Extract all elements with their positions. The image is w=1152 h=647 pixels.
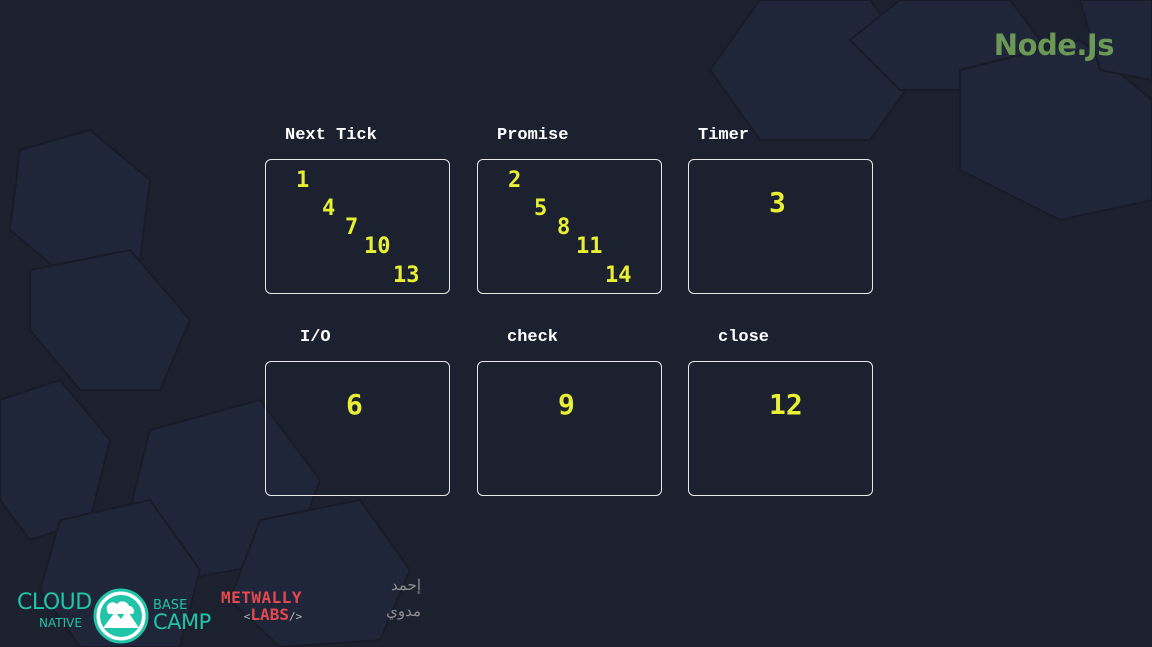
next-tick-queue-box: 1 4 7 10 13 — [265, 159, 450, 294]
close-value: 12 — [769, 388, 803, 421]
native-word: NATIVE — [39, 616, 82, 630]
footer-logos: CLOUD NATIVE BASE CAMP METWALLY <LABS/> … — [0, 570, 460, 644]
close-tag: /> — [288, 610, 303, 623]
cloud-word: CLOUD — [17, 590, 92, 615]
hexagon-background — [0, 0, 1152, 647]
brand-title: Node.Js — [993, 28, 1115, 62]
check-label: check — [507, 328, 559, 347]
mountain-cloud-badge-icon — [93, 588, 149, 644]
io-label: I/O — [300, 328, 331, 347]
promise-value: 8 — [557, 215, 571, 240]
promise-value: 5 — [534, 196, 548, 221]
next-tick-value: 4 — [322, 196, 336, 221]
timer-queue-box: 3 — [688, 159, 873, 294]
next-tick-value: 7 — [345, 215, 359, 240]
metwally-labs-logo: METWALLY <LABS/> — [221, 588, 325, 624]
labs-word: <LABS/> — [221, 605, 325, 624]
next-tick-value: 13 — [393, 263, 420, 288]
signature-line-2: مدوي — [386, 602, 421, 620]
promise-queue-box: 2 5 8 11 14 — [477, 159, 662, 294]
next-tick-value: 10 — [364, 234, 391, 259]
promise-value: 11 — [576, 234, 603, 259]
labs-text: LABS — [250, 605, 289, 624]
signature-line-1: إحمد — [391, 576, 421, 594]
next-tick-value: 1 — [296, 168, 310, 193]
io-queue-box: 6 — [265, 361, 450, 496]
timer-label: Timer — [698, 126, 750, 145]
close-label: close — [718, 328, 770, 347]
camp-word: CAMP — [153, 610, 211, 634]
check-queue-box: 9 — [477, 361, 662, 496]
signature-logo: إحمد مدوي — [383, 572, 421, 624]
promise-value: 2 — [508, 168, 522, 193]
promise-label: Promise — [497, 126, 569, 145]
next-tick-label: Next Tick — [285, 126, 377, 145]
io-value: 6 — [346, 388, 363, 421]
timer-value: 3 — [769, 186, 786, 219]
close-queue-box: 12 — [688, 361, 873, 496]
promise-value: 14 — [605, 263, 632, 288]
check-value: 9 — [558, 388, 575, 421]
